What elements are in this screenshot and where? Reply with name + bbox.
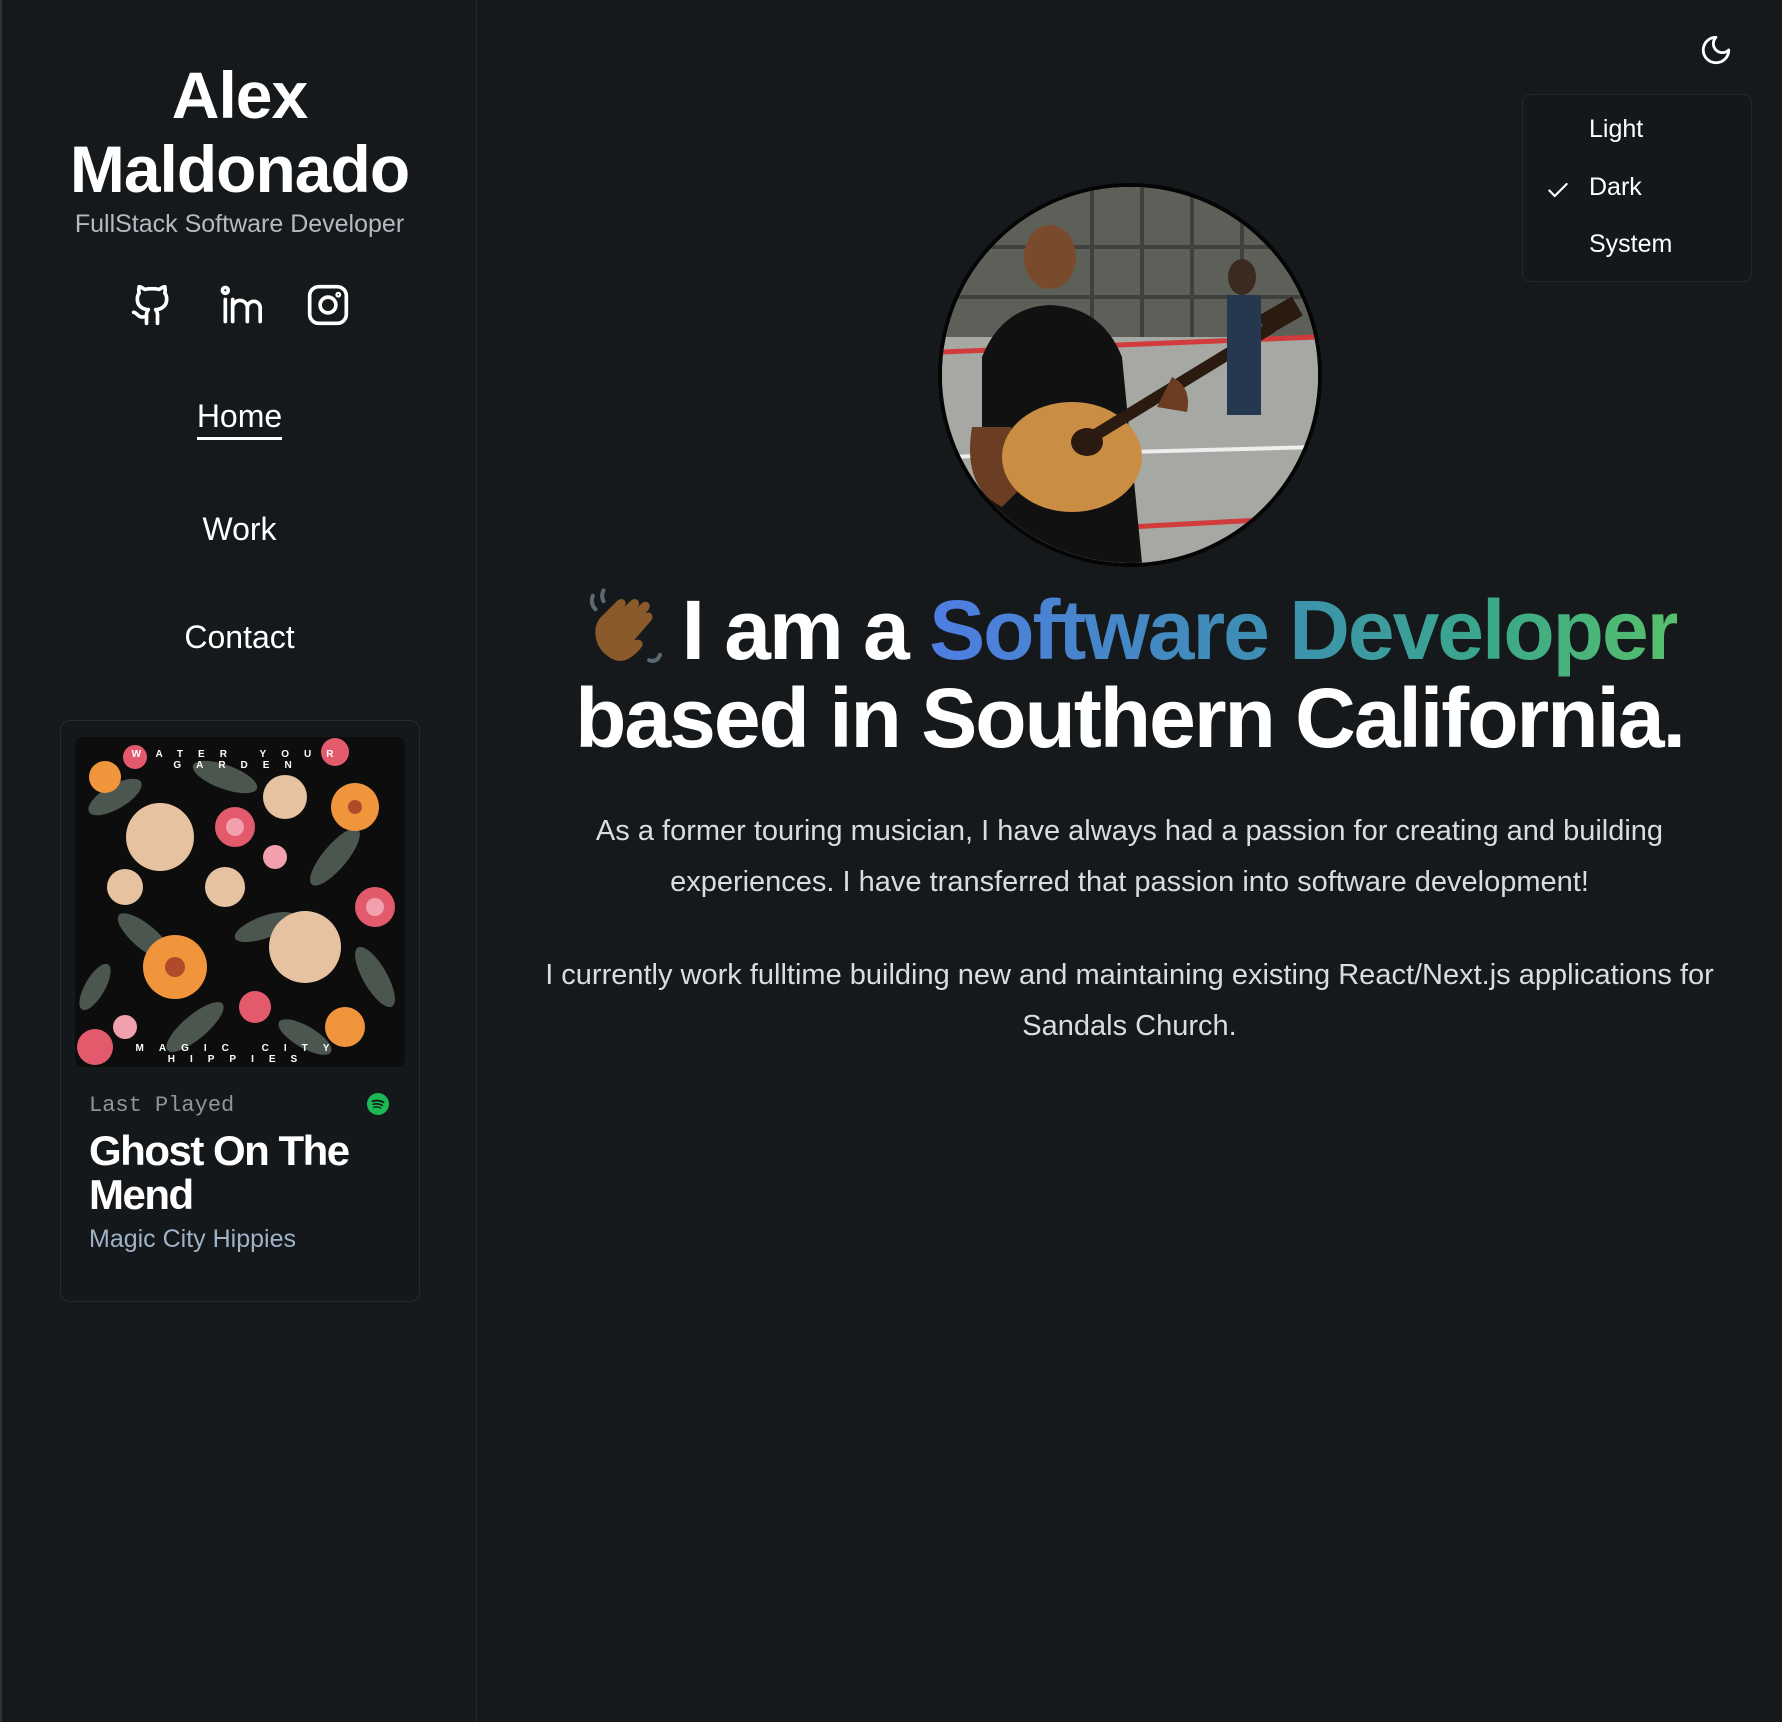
nav-item-home[interactable]: Home: [2, 395, 477, 503]
theme-option-light[interactable]: Light: [1523, 105, 1751, 155]
now-playing-label: Last Played: [89, 1093, 235, 1118]
hero-paragraph-1: As a former touring musician, I have alw…: [595, 815, 1664, 898]
headline-highlight: Software Developer: [929, 583, 1679, 677]
main-nav: Home Work Contact: [2, 395, 477, 719]
hero-paragraph-2: I currently work fulltime building new a…: [545, 959, 1714, 1042]
theme-menu: Light Dark System: [1522, 94, 1752, 282]
github-icon: [131, 284, 169, 326]
hero-headline: I am a Software Developer based in Southe…: [522, 585, 1737, 762]
album-art-top-text: WATER YOUR GARDEN: [131, 749, 349, 771]
waving-hand-icon: [589, 588, 662, 663]
album-art-bottom-text: MAGIC CITY HIPPIES: [135, 1043, 345, 1065]
linkedin-link[interactable]: [217, 282, 263, 328]
now-playing-title: Ghost On The Mend: [89, 1127, 350, 1218]
now-playing-artist: Magic City Hippies: [89, 1225, 297, 1253]
nav-item-work[interactable]: Work: [2, 503, 477, 611]
theme-option-dark[interactable]: Dark: [1523, 163, 1751, 213]
site-owner-subtitle: FullStack Software Developer: [74, 210, 405, 238]
spotify-icon: [367, 1093, 389, 1115]
linkedin-icon: [220, 285, 262, 324]
album-art: WATER YOUR GARDEN MAGIC CITY HIPPIES: [75, 737, 405, 1067]
instagram-link[interactable]: [305, 282, 351, 328]
page: Alex Maldonado FullStack Software Develop…: [0, 0, 1782, 1722]
check-icon: [1548, 182, 1568, 198]
theme-option-system[interactable]: System: [1523, 220, 1751, 270]
now-playing-card[interactable]: WATER YOUR GARDEN MAGIC CITY HIPPIES Las…: [60, 720, 420, 1302]
github-link[interactable]: [129, 282, 175, 328]
profile-photo: [938, 183, 1322, 567]
sidebar: Alex Maldonado FullStack Software Develop…: [2, 0, 477, 1722]
theme-toggle-button[interactable]: [1696, 30, 1736, 70]
social-links: [2, 282, 477, 328]
headline-prefix: I am a: [681, 583, 910, 677]
headline-suffix: based in Southern California.: [575, 671, 1686, 765]
moon-icon: [1701, 35, 1731, 65]
site-owner-name: Alex Maldonado: [69, 58, 410, 206]
nav-item-contact[interactable]: Contact: [2, 611, 477, 719]
instagram-icon: [307, 284, 348, 326]
